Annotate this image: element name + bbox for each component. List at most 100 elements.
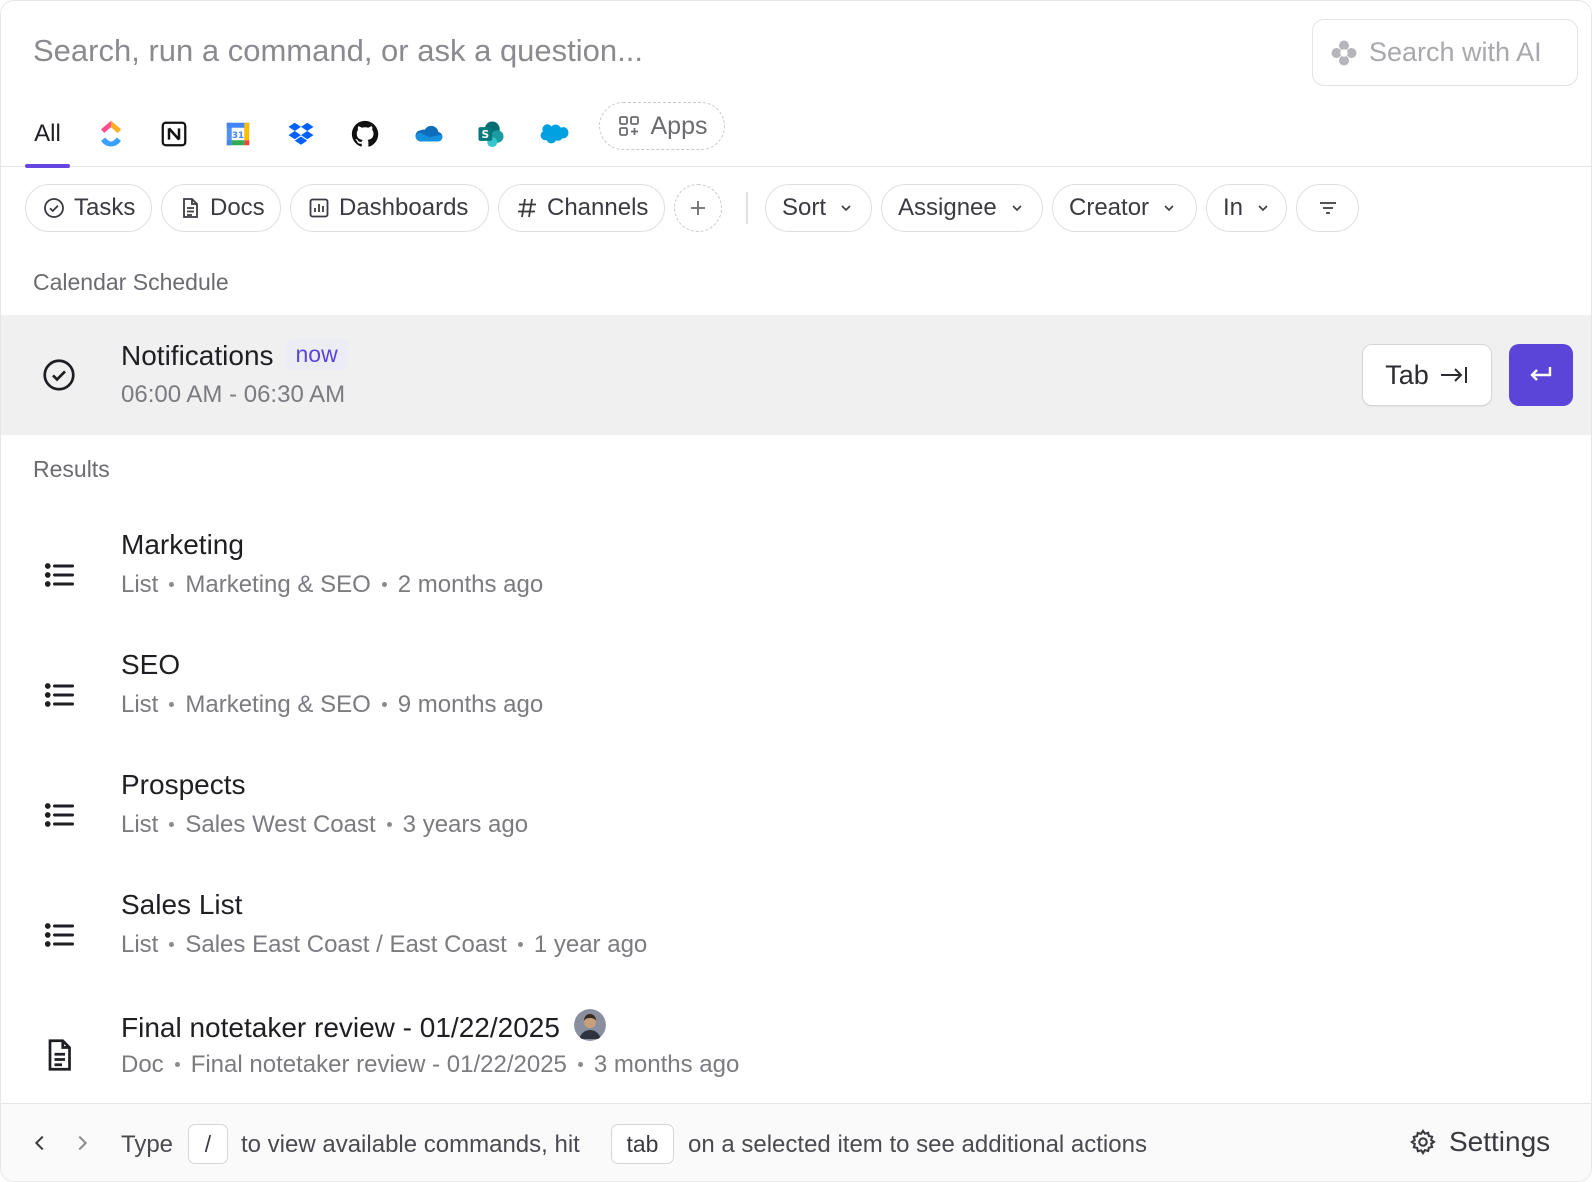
source-onedrive[interactable] [410, 101, 446, 167]
hash-icon [518, 198, 536, 218]
creator-dropdown[interactable]: Creator [1052, 184, 1197, 232]
meta-separator [169, 822, 175, 827]
apps-label: Apps [650, 111, 708, 140]
event-time: 06:00 AM - 06:30 AM [121, 381, 346, 408]
plus-icon [691, 201, 705, 215]
result-location: Sales East Coast / East Coast [185, 931, 507, 958]
search-input[interactable] [33, 23, 1233, 79]
filter-channels-label: Channels [547, 194, 649, 221]
source-github[interactable] [347, 101, 383, 167]
filter-docs[interactable]: Docs [161, 184, 281, 232]
filter-channels[interactable]: Channels [498, 184, 665, 232]
result-row[interactable]: Prospects List Sales West Coast 3 years ago [1, 753, 1591, 873]
result-row[interactable]: Sales List List Sales East Coast / East Co… [1, 873, 1591, 993]
list-icon [41, 677, 77, 713]
result-title: Prospects [121, 769, 246, 800]
results-section-label: Results [33, 456, 110, 482]
gear-icon [1410, 1129, 1436, 1156]
result-title-line: Sales List [121, 889, 242, 921]
meta-separator [169, 942, 175, 947]
tab-action-button[interactable]: Tab [1362, 344, 1492, 406]
github-icon [351, 120, 379, 147]
tab-key-label: Tab [1385, 359, 1429, 390]
result-type: List [121, 811, 159, 838]
salesforce-icon [540, 124, 569, 144]
sharepoint-icon: S [478, 121, 504, 148]
result-location: Final notetaker review - 01/22/2025 [190, 1051, 567, 1078]
apps-grid-icon [618, 116, 639, 136]
list-icon [41, 797, 77, 833]
result-time: 3 years ago [402, 811, 529, 838]
search-with-ai-label: Search with AI [1369, 37, 1542, 67]
doc-icon [41, 1037, 77, 1073]
result-meta: List Marketing & SEO 9 months ago [121, 691, 543, 719]
check-circle-icon [44, 198, 64, 218]
filter-tasks[interactable]: Tasks [25, 184, 152, 232]
meta-separator [174, 1062, 180, 1067]
meta-separator [169, 702, 175, 707]
footer-middle-text: to view available commands, hit [241, 1131, 580, 1158]
result-row[interactable]: Marketing List Marketing & SEO 2 months ago [1, 513, 1591, 633]
search-row: Search with AI [1, 1, 1591, 101]
meta-separator [381, 702, 387, 707]
filter-options-button[interactable] [1296, 184, 1359, 232]
result-meta: Doc Final notetaker review - 01/22/2025 3 … [121, 1051, 739, 1079]
slash-key: / [188, 1124, 228, 1164]
svg-text:S: S [482, 128, 490, 141]
in-dropdown[interactable]: In [1206, 184, 1287, 232]
source-dropbox[interactable] [283, 101, 319, 167]
chevron-left-icon[interactable] [29, 1132, 51, 1154]
ai-sparkle-icon [1331, 40, 1357, 65]
svg-text:31: 31 [232, 131, 244, 141]
result-time: 9 months ago [397, 691, 544, 718]
dashboard-icon [309, 198, 329, 218]
calendar-event-row[interactable]: Notifications now 06:00 AM - 06:30 AM Tab [1, 315, 1591, 435]
assignee-dropdown[interactable]: Assignee [881, 184, 1043, 232]
source-tabs: All 31 S [1, 101, 1591, 168]
settings-button[interactable]: Settings [1409, 1126, 1550, 1158]
result-title: Marketing [121, 529, 244, 560]
result-location: Sales West Coast [185, 811, 376, 838]
result-meta: List Sales West Coast 3 years ago [121, 811, 528, 839]
sort-dropdown[interactable]: Sort [765, 184, 872, 232]
result-row[interactable]: Final notetaker review - 01/22/2025 Doc Fi… [1, 993, 1591, 1113]
result-title-line: Marketing [121, 529, 244, 561]
apps-button[interactable]: Apps [599, 102, 725, 150]
filter-dashboards[interactable]: Dashboards [290, 184, 489, 232]
source-clickup[interactable] [93, 101, 129, 167]
chevron-down-icon [1164, 205, 1174, 212]
doc-icon [183, 198, 198, 218]
chevron-down-icon [1012, 205, 1022, 212]
add-filter-button[interactable] [674, 184, 722, 232]
source-sharepoint[interactable]: S [473, 101, 509, 167]
search-with-ai-button[interactable]: Search with AI [1312, 19, 1578, 86]
meta-separator [517, 942, 523, 947]
source-google-calendar[interactable]: 31 [220, 101, 256, 167]
chevron-down-icon [841, 205, 851, 212]
result-type: List [121, 931, 159, 958]
filter-tasks-label: Tasks [74, 194, 136, 221]
list-icon [41, 557, 77, 593]
check-circle-icon [43, 359, 75, 391]
filter-dashboards-label: Dashboards [339, 194, 469, 221]
result-time: 1 year ago [533, 931, 648, 958]
result-type: Doc [121, 1051, 164, 1078]
chevron-right-icon[interactable] [71, 1132, 93, 1154]
result-location: Marketing & SEO [185, 691, 371, 718]
enter-button[interactable] [1509, 344, 1573, 406]
result-meta: List Marketing & SEO 2 months ago [121, 571, 543, 599]
result-type: List [121, 571, 159, 598]
result-location: Marketing & SEO [185, 571, 371, 598]
meta-separator [577, 1062, 583, 1067]
tab-all-label: All [34, 120, 61, 147]
source-salesforce[interactable] [536, 101, 572, 167]
clickup-icon [101, 120, 121, 147]
tab-all[interactable]: All [25, 101, 70, 168]
creator-label: Creator [1069, 194, 1150, 221]
assignee-label: Assignee [898, 194, 997, 221]
source-notion[interactable] [156, 101, 192, 167]
now-badge: now [285, 339, 348, 370]
filter-docs-label: Docs [210, 194, 265, 221]
result-row[interactable]: SEO List Marketing & SEO 9 months ago [1, 633, 1591, 753]
footer-bar: Type / to view available commands, hit t… [1, 1103, 1591, 1181]
